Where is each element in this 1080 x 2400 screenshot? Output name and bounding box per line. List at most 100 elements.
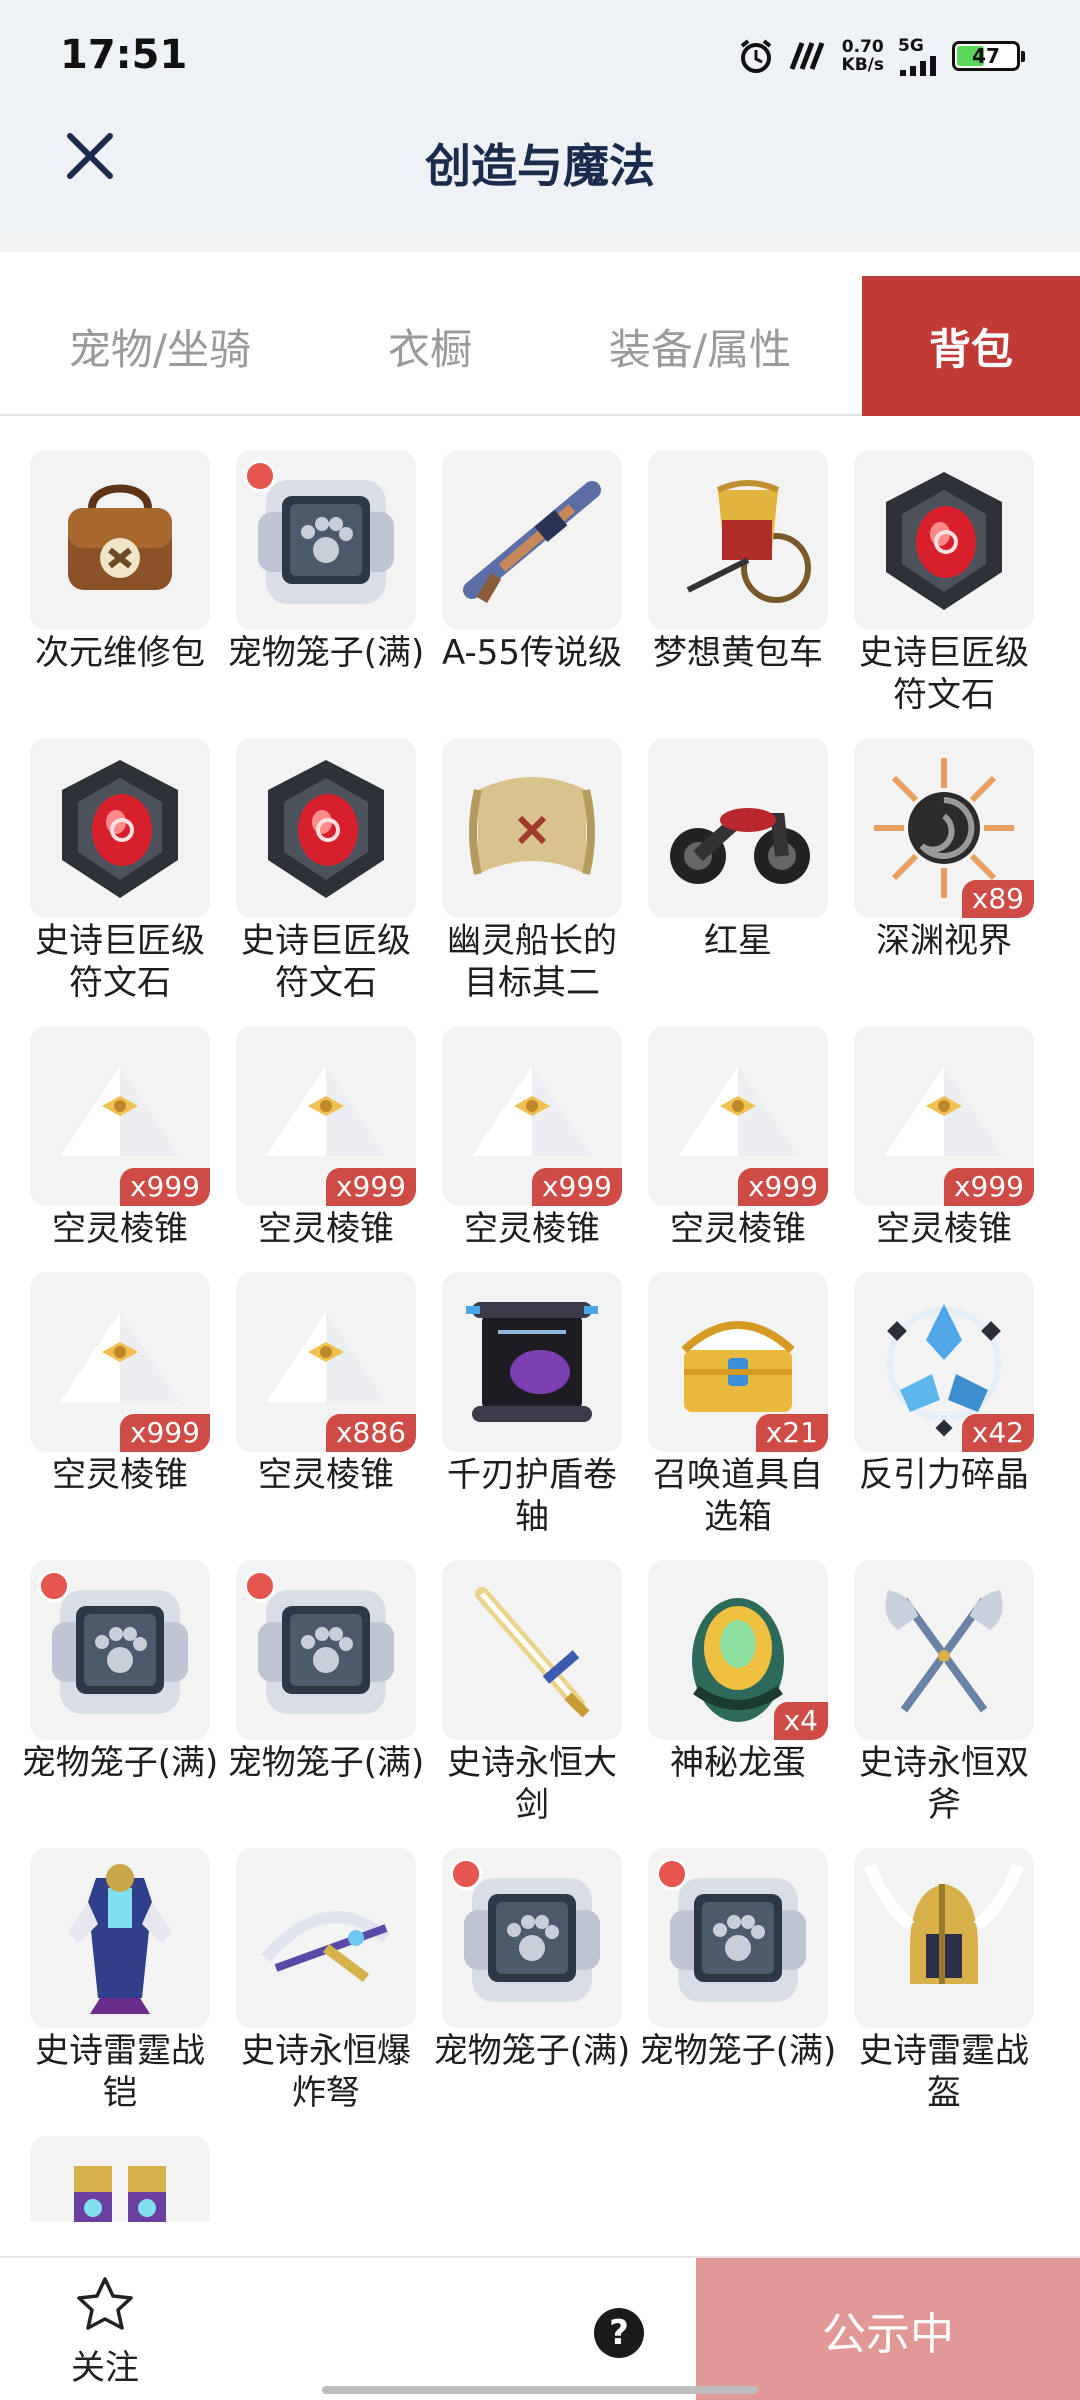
divider (0, 232, 1080, 252)
signal-icon (900, 56, 936, 76)
item-tile[interactable]: x999 (30, 1272, 210, 1452)
item-tile[interactable]: x999 (648, 1026, 828, 1206)
tab-pets-mounts[interactable]: 宠物/坐骑 (0, 276, 320, 416)
net-speed: 0.70 KB/s (841, 37, 884, 75)
greatsword-icon (475, 1587, 590, 1718)
item-tile[interactable] (30, 1848, 210, 2028)
help-button[interactable]: ? (594, 2308, 644, 2358)
item-tile[interactable] (236, 738, 416, 918)
item-tile[interactable] (442, 1560, 622, 1740)
item-name: 千刃护盾卷轴 (447, 1455, 617, 1537)
item-tile[interactable] (442, 1272, 622, 1452)
item-tile[interactable] (236, 1848, 416, 2028)
motorcycle-icon (670, 808, 810, 884)
item-tile[interactable]: x999 (30, 1026, 210, 1206)
follow-button[interactable]: 关注 (60, 2276, 150, 2389)
signal-indicator: 5G (898, 36, 938, 76)
tab-equipment[interactable]: 装备/属性 (540, 276, 860, 416)
item-name: 空灵棱锥 (52, 1209, 188, 1249)
battery-indicator: 47 (952, 41, 1025, 71)
item-name: 宠物笼子(满) (639, 2031, 837, 2071)
data-saver-icon (789, 42, 824, 70)
full-badge-icon (244, 460, 276, 492)
item-count-badge: x999 (119, 1168, 210, 1206)
item-name: 深渊视界 (876, 921, 1012, 961)
full-badge-icon (244, 1570, 276, 1602)
item-tile[interactable] (854, 450, 1034, 630)
item-tile[interactable]: x4 (648, 1560, 828, 1740)
item-tile[interactable] (30, 2136, 210, 2222)
full-badge-icon (656, 1858, 688, 1890)
item-count-badge: x4 (773, 1702, 828, 1740)
item-tile[interactable]: x886 (236, 1272, 416, 1452)
double-axe-icon (885, 1590, 1003, 1713)
item-name: 宠物笼子(满) (433, 2031, 631, 2071)
boots-icon (74, 2166, 166, 2222)
item-tile[interactable] (236, 1560, 416, 1740)
item-tile[interactable]: x999 (854, 1026, 1034, 1206)
item-name: 幽灵船长的目标其二 (447, 921, 617, 1003)
alarm-icon (740, 39, 771, 73)
item-name: 空灵棱锥 (258, 1455, 394, 1495)
item-name: 史诗雷霆战盔 (859, 2031, 1029, 2113)
item-tile[interactable] (30, 1560, 210, 1740)
scroll-icon (466, 1302, 598, 1422)
tab-wardrobe[interactable]: 衣橱 (320, 276, 540, 416)
helmet-icon (864, 1863, 1024, 1984)
item-name: 神秘龙蛋 (670, 1743, 806, 1783)
item-tile[interactable] (442, 1848, 622, 2028)
top-area: 17:51 0.70 KB/s 5G 47 创造与魔法 (0, 0, 1080, 232)
item-name: 梦想黄包车 (653, 633, 823, 673)
home-indicator[interactable] (322, 2386, 758, 2394)
item-name: 召唤道具自选箱 (653, 1455, 823, 1537)
item-tile[interactable] (442, 450, 622, 630)
item-tile[interactable] (30, 738, 210, 918)
item-name: 次元维修包 (35, 633, 205, 673)
treasure-map-icon (469, 777, 595, 875)
item-tile[interactable] (30, 450, 210, 630)
item-name: 红星 (704, 921, 772, 961)
tab-backpack[interactable]: 背包 (862, 276, 1080, 416)
status-bar: 17:51 0.70 KB/s 5G 47 (0, 0, 1080, 116)
item-tile[interactable] (648, 1848, 828, 2028)
status-time: 17:51 (60, 32, 188, 78)
rifle-icon (463, 481, 601, 604)
item-name: 史诗永恒爆炸弩 (241, 2031, 411, 2113)
item-tile[interactable] (442, 738, 622, 918)
item-name: 史诗巨匠级符文石 (35, 921, 205, 1003)
item-name: 史诗巨匠级符文石 (241, 921, 411, 1003)
item-tile[interactable]: x999 (442, 1026, 622, 1206)
full-badge-icon (450, 1858, 482, 1890)
item-tile[interactable]: x999 (236, 1026, 416, 1206)
item-count-badge: x999 (737, 1168, 828, 1206)
item-tile[interactable]: x42 (854, 1272, 1034, 1452)
status-icons: 0.70 KB/s 5G 47 (738, 36, 1025, 76)
item-tile[interactable] (854, 1560, 1034, 1740)
item-tile[interactable] (236, 450, 416, 630)
page-title: 创造与魔法 (425, 139, 655, 193)
rune-stone-icon (62, 760, 178, 898)
item-count-badge: x999 (531, 1168, 622, 1206)
item-tile[interactable]: x21 (648, 1272, 828, 1452)
star-icon[interactable] (75, 2276, 135, 2334)
item-count-badge: x999 (325, 1168, 416, 1206)
item-count-badge: x999 (119, 1414, 210, 1452)
repair-bag-icon (68, 484, 172, 590)
item-tile[interactable] (854, 1848, 1034, 2028)
item-tile[interactable]: x89 (854, 738, 1034, 918)
publish-button[interactable]: 公示中 (696, 2258, 1080, 2400)
armor-icon (68, 1864, 172, 2014)
item-name: 宠物笼子(满) (227, 1743, 425, 1783)
tab-bar: 宠物/坐骑 衣橱 装备/属性 背包 (0, 276, 1080, 416)
item-count-badge: x21 (755, 1414, 828, 1452)
item-name: 反引力碎晶 (859, 1455, 1029, 1495)
item-tile[interactable] (648, 450, 828, 630)
bottom-bar: 关注 ? 公示中 (0, 2256, 1080, 2400)
rickshaw-icon (686, 480, 811, 603)
item-tile[interactable] (648, 738, 828, 918)
item-count-badge: x886 (325, 1414, 416, 1452)
item-name: 空灵棱锥 (258, 1209, 394, 1249)
item-name: 宠物笼子(满) (21, 1743, 219, 1783)
item-count-badge: x999 (943, 1168, 1034, 1206)
network-type: 5G (898, 36, 924, 56)
